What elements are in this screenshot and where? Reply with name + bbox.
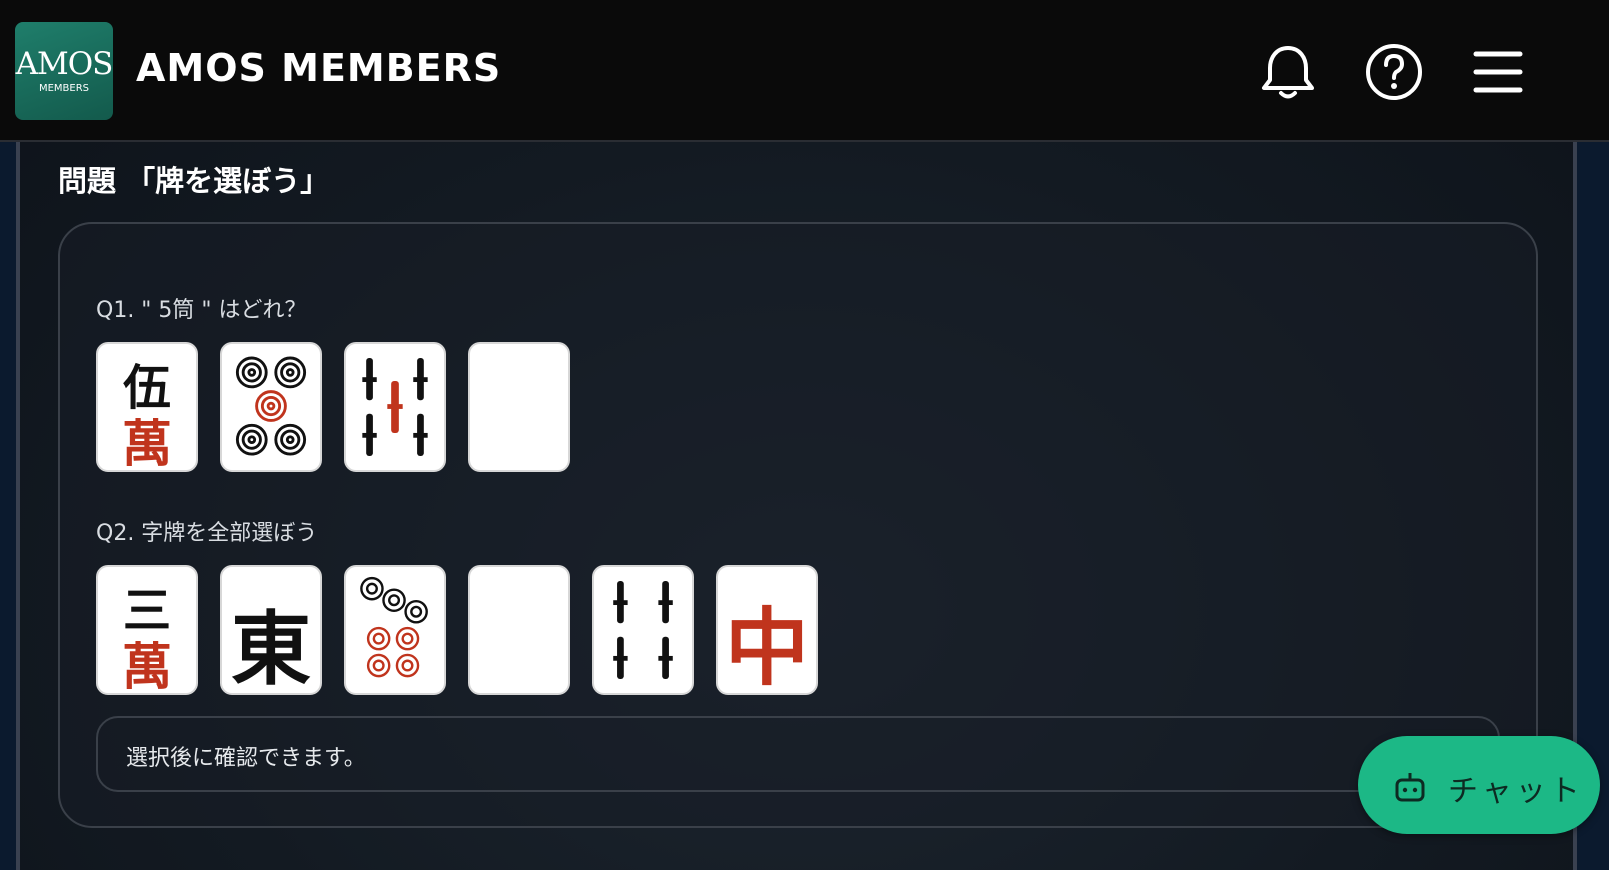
tile-5-pin[interactable] (220, 342, 322, 472)
tile-east[interactable]: 東 (220, 565, 322, 695)
app-title: AMOS MEMBERS (136, 46, 502, 90)
help-icon[interactable] (1362, 40, 1426, 104)
tile-chun-red[interactable]: 中 (716, 565, 818, 695)
tile-3-man-suit: 萬 (122, 637, 172, 695)
question-2-label: Q2. 字牌を全部選ぼう (96, 521, 318, 546)
chat-button[interactable]: チャット (1358, 736, 1600, 834)
tile-7-pin[interactable] (344, 565, 446, 695)
tile-5-man[interactable]: 伍 萬 (96, 342, 198, 472)
amos-logo[interactable]: AMOS MEMBERS (15, 22, 113, 120)
logo-sub-text: MEMBERS (38, 83, 90, 94)
top-navigation-bar: AMOS MEMBERS AMOS MEMBERS (0, 0, 1609, 142)
tile-east-glyph: 東 (231, 602, 311, 695)
tile-3-man[interactable]: 三 萬 (96, 565, 198, 695)
menu-icon[interactable] (1466, 40, 1530, 104)
logo-main-text: AMOS (15, 46, 114, 82)
bell-icon[interactable] (1256, 40, 1320, 104)
question-1-label: Q1. " 5筒 " はどれ？ (96, 298, 307, 323)
tile-haku-white-2[interactable] (468, 565, 570, 695)
left-edge-panel (0, 142, 20, 870)
tile-4-sou[interactable] (592, 565, 694, 695)
bot-icon (1395, 773, 1425, 802)
tile-5-man-suit: 萬 (122, 414, 172, 472)
tile-haku-white[interactable] (468, 342, 570, 472)
chat-button-label: チャット (1448, 774, 1584, 809)
result-note-text: 選択後に確認できます。 (126, 746, 366, 771)
section-title: 問題 「牌を選ぼう」 (58, 164, 330, 198)
tile-5-sou[interactable] (344, 342, 446, 472)
result-note-box: 選択後に確認できます。 (96, 716, 1500, 792)
tile-chun-glyph: 中 (724, 598, 809, 695)
